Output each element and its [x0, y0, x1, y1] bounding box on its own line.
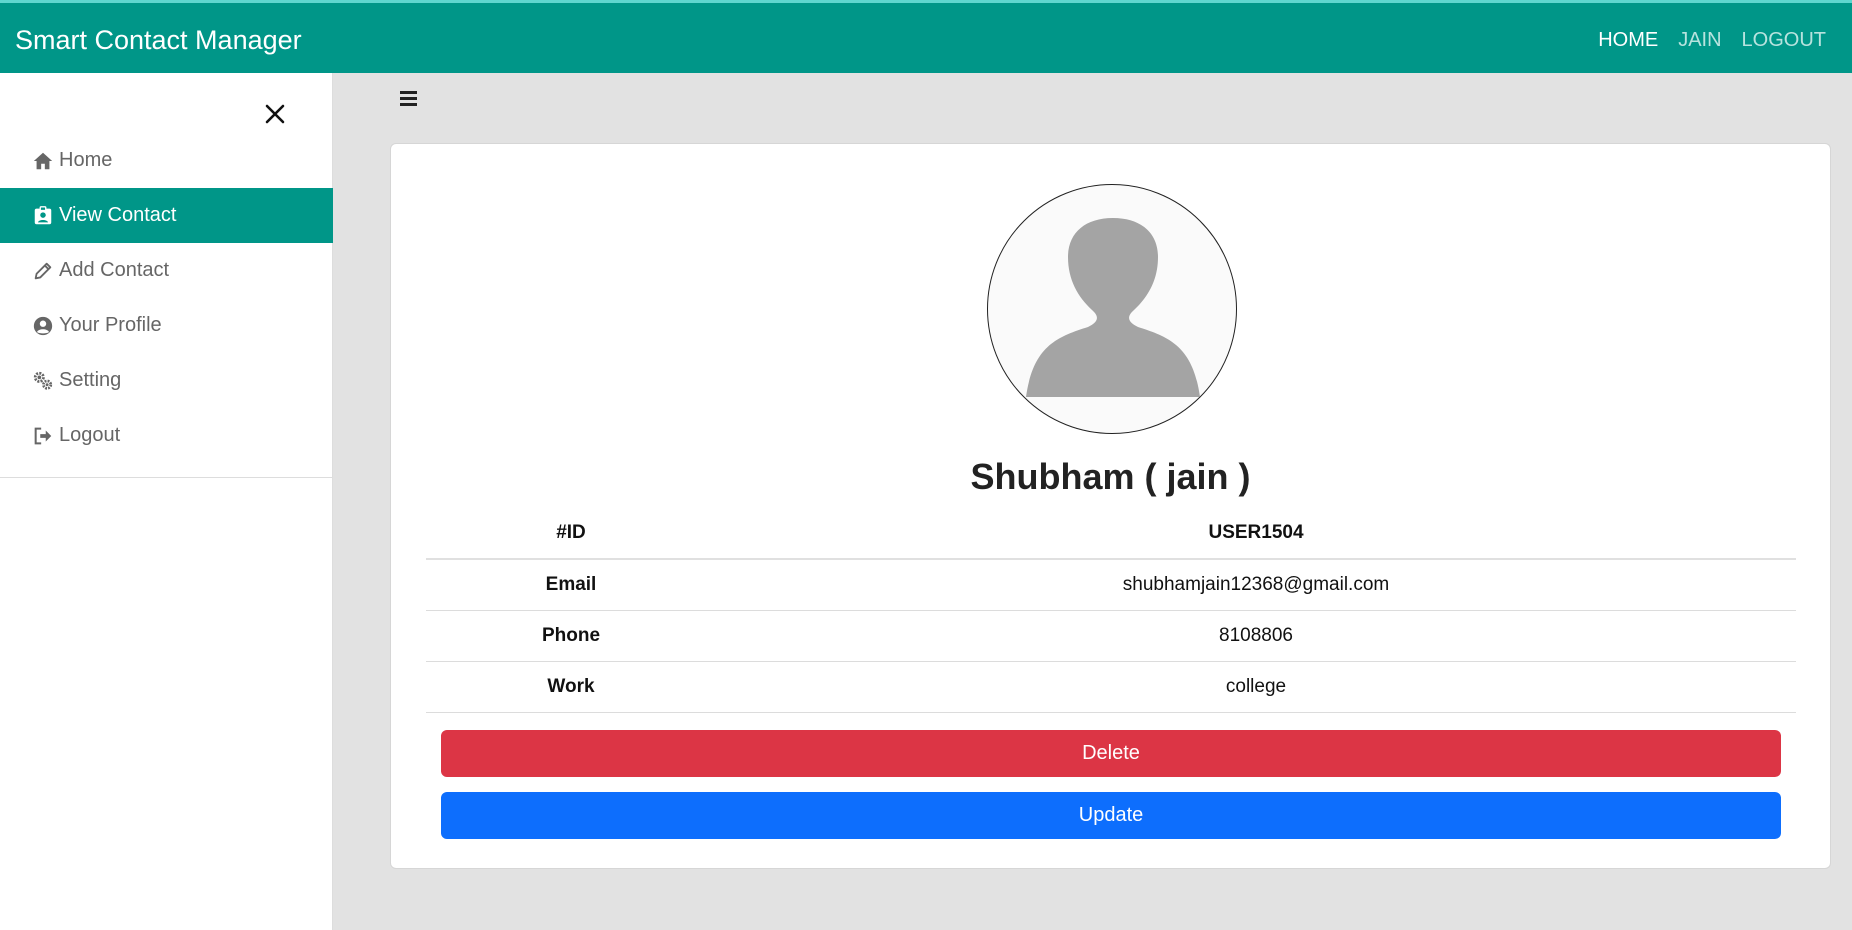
sidebar: Home View Contact Add Contact Your Profi…: [0, 73, 333, 930]
top-nav-links: HOME JAIN LOGOUT: [1598, 29, 1826, 52]
sidebar-item-label: Setting: [59, 369, 122, 391]
table-row: Work college: [426, 661, 1796, 713]
home-icon: [31, 149, 55, 173]
update-button[interactable]: Update: [441, 792, 1781, 839]
sidebar-item-logout[interactable]: Logout: [0, 408, 333, 463]
sign-out-icon: [31, 424, 55, 448]
sidebar-item-label: Your Profile: [59, 314, 162, 336]
top-navbar: Smart Contact Manager HOME JAIN LOGOUT: [0, 0, 1852, 73]
sidebar-menu: Home View Contact Add Contact Your Profi…: [0, 133, 333, 478]
gears-icon: [31, 369, 55, 393]
id-value: USER1504: [716, 508, 1796, 560]
app-brand[interactable]: Smart Contact Manager: [15, 25, 302, 56]
contact-name: Shubham ( jain ): [970, 456, 1251, 497]
sidebar-item-view-contact[interactable]: View Contact: [0, 188, 333, 243]
phone-value: 8108806: [716, 610, 1796, 662]
phone-label: Phone: [426, 610, 716, 662]
contact-avatar: [987, 184, 1237, 434]
user-circle-icon: [31, 314, 55, 338]
hamburger-icon: [400, 91, 417, 94]
close-sidebar-button[interactable]: [258, 97, 292, 131]
sidebar-item-home[interactable]: Home: [0, 133, 333, 188]
nav-home-link[interactable]: HOME: [1598, 29, 1658, 52]
nav-user-link[interactable]: JAIN: [1678, 29, 1721, 52]
sidebar-item-setting[interactable]: Setting: [0, 353, 333, 408]
sidebar-item-label: Add Contact: [59, 259, 170, 281]
work-value: college: [716, 661, 1796, 713]
contact-info-table: #ID USER1504 Email shubhamjain12368@gmai…: [426, 508, 1796, 713]
sidebar-item-label: View Contact: [59, 204, 177, 226]
table-row: #ID USER1504: [426, 508, 1796, 560]
email-label: Email: [426, 559, 716, 611]
contact-detail-card: Shubham ( jain ) #ID USER1504 Email shub…: [390, 143, 1831, 869]
sidebar-item-your-profile[interactable]: Your Profile: [0, 298, 333, 353]
email-value: shubhamjain12368@gmail.com: [716, 559, 1796, 611]
close-icon: [265, 104, 285, 124]
table-row: Phone 8108806: [426, 610, 1796, 662]
user-silhouette-icon: [1026, 218, 1200, 397]
id-badge-icon: [31, 204, 55, 228]
menu-toggle-button[interactable]: [398, 88, 422, 110]
sidebar-item-label: Logout: [59, 424, 121, 446]
work-label: Work: [426, 661, 716, 713]
delete-button[interactable]: Delete: [441, 730, 1781, 777]
table-row: Email shubhamjain12368@gmail.com: [426, 559, 1796, 611]
sidebar-item-add-contact[interactable]: Add Contact: [0, 243, 333, 298]
sidebar-item-label: Home: [59, 149, 113, 171]
nav-logout-link[interactable]: LOGOUT: [1742, 29, 1826, 52]
id-label: #ID: [426, 508, 716, 560]
pencil-icon: [31, 259, 55, 283]
